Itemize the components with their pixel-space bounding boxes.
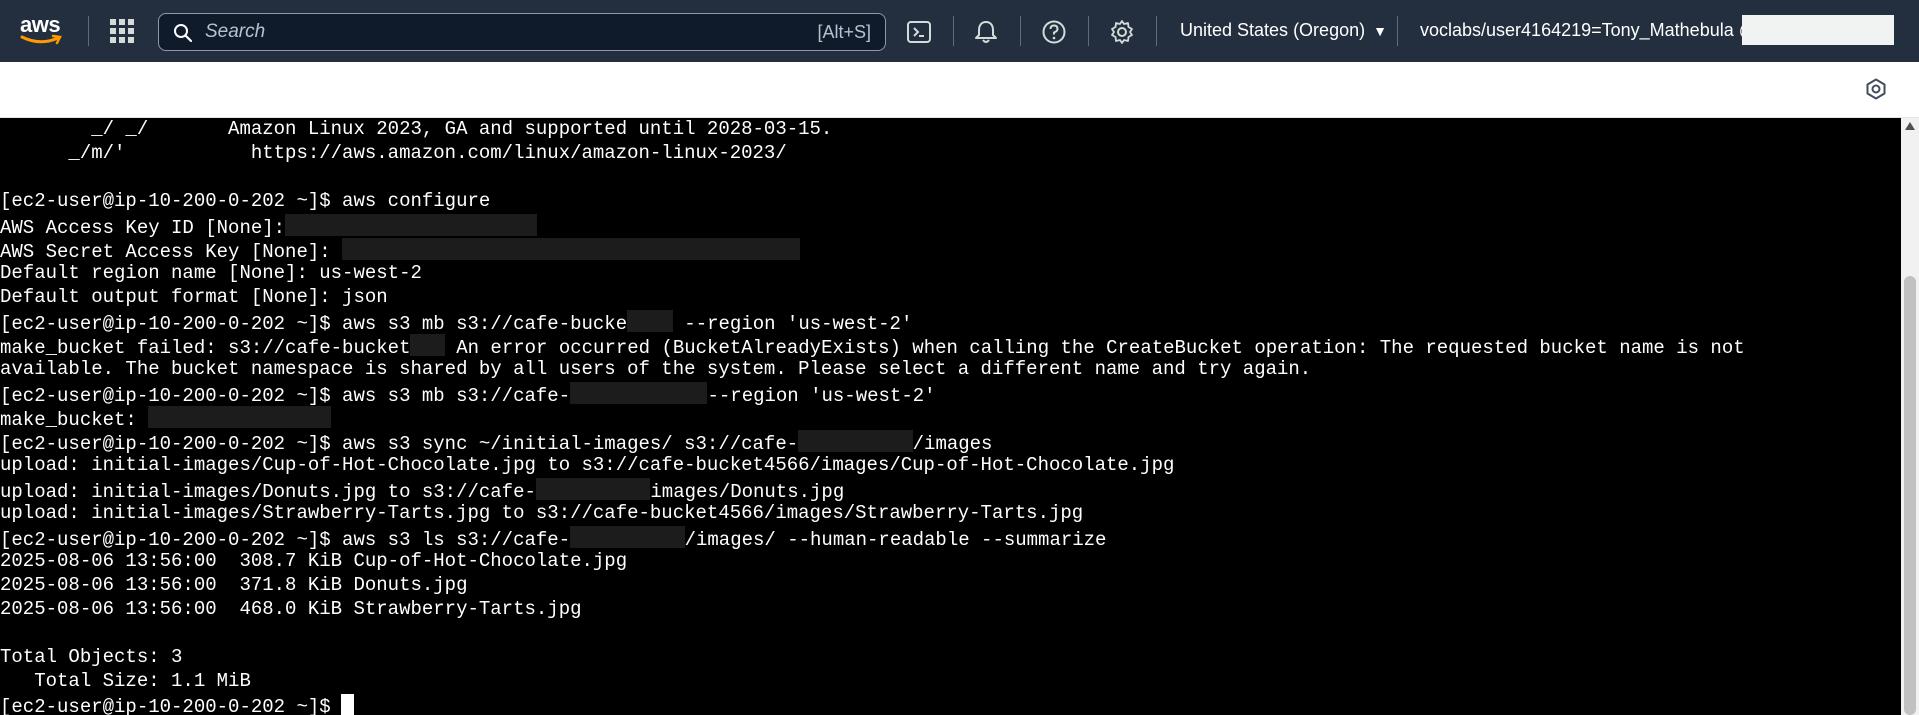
- search-input[interactable]: [205, 20, 745, 44]
- terminal-line-text: 2025-08-06 13:56:00 308.7 KiB Cup-of-Hot…: [0, 550, 628, 572]
- terminal-line: make_bucket failed: s3://cafe-bucket An …: [0, 334, 1901, 359]
- cloudshell-icon[interactable]: [906, 19, 932, 45]
- terminal-line-text: [ec2-user@ip-10-200-0-202 ~]$ aws config…: [0, 190, 491, 212]
- redacted-value: [410, 334, 445, 356]
- terminal-line: Default region name [None]: us-west-2: [0, 262, 1901, 286]
- divider: [88, 16, 89, 46]
- divider: [953, 16, 954, 46]
- terminal-line-text: _/m/' https://aws.amazon.com/linux/amazo…: [0, 142, 787, 164]
- account-menu[interactable]: voclabs/user4164219=Tony_Mathebula @: [1420, 20, 1757, 41]
- terminal-line: available. The bucket namespace is share…: [0, 358, 1901, 382]
- terminal-line-text: [ec2-user@ip-10-200-0-202 ~]$ aws s3 mb …: [0, 313, 628, 335]
- terminal-line-text: [ec2-user@ip-10-200-0-202 ~]$ aws s3 ls …: [0, 529, 571, 551]
- redacted-value: [798, 430, 913, 452]
- search-box[interactable]: [Alt+S]: [158, 13, 886, 51]
- terminal-line-text: Total Objects: 3: [0, 646, 183, 668]
- settings-hexagon-icon[interactable]: [1865, 78, 1887, 100]
- redacted-value: [285, 214, 537, 236]
- redacted-value: [535, 478, 651, 500]
- terminal-line-text: 2025-08-06 13:56:00 468.0 KiB Strawberry…: [0, 598, 582, 620]
- terminal-line-text: upload: initial-images/Cup-of-Hot-Chocol…: [0, 454, 1175, 476]
- terminal-line-text-suffix: /images/ --human-readable --summarize: [684, 529, 1107, 551]
- region-selector[interactable]: United States (Oregon) ▼: [1180, 20, 1387, 41]
- terminal-line: [ec2-user@ip-10-200-0-202 ~]$ aws s3 ls …: [0, 526, 1901, 551]
- terminal-line: Total Objects: 3: [0, 646, 1901, 670]
- divider: [1088, 16, 1089, 46]
- terminal-line-text-suffix: --region 'us-west-2': [672, 313, 913, 335]
- terminal-line: [ec2-user@ip-10-200-0-202 ~]$: [0, 694, 1901, 715]
- terminal-line: 2025-08-06 13:56:00 468.0 KiB Strawberry…: [0, 598, 1901, 622]
- terminal-line: [ec2-user@ip-10-200-0-202 ~]$ aws s3 syn…: [0, 430, 1901, 455]
- aws-logo[interactable]: aws: [20, 14, 70, 48]
- top-navigation-bar: aws [Alt+S] United State: [0, 0, 1919, 62]
- aws-smile-icon: [20, 34, 62, 45]
- region-label: United States (Oregon): [1180, 20, 1366, 40]
- terminal-line-text: 2025-08-06 13:56:00 371.8 KiB Donuts.jpg: [0, 574, 468, 596]
- scroll-up-arrow-icon[interactable]: [1905, 122, 1915, 130]
- caret-down-icon: ▼: [1373, 23, 1387, 39]
- terminal-line-text-suffix: images/Donuts.jpg: [650, 481, 845, 503]
- terminal-line: Total Size: 1.1 MiB: [0, 670, 1901, 694]
- terminal-line-text: [ec2-user@ip-10-200-0-202 ~]$ aws s3 mb …: [0, 385, 571, 407]
- terminal-cursor: [340, 694, 354, 715]
- terminal-output[interactable]: _/ _/ Amazon Linux 2023, GA and supporte…: [0, 118, 1901, 715]
- terminal-line-text-suffix: An error occurred (BucketAlreadyExists) …: [444, 337, 1745, 359]
- terminal-line-text: upload: initial-images/Strawberry-Tarts.…: [0, 502, 1084, 524]
- terminal-line-text: AWS Secret Access Key [None]:: [0, 241, 343, 263]
- terminal-line-text: available. The bucket namespace is share…: [0, 358, 1312, 380]
- terminal-line: [ec2-user@ip-10-200-0-202 ~]$ aws s3 mb …: [0, 310, 1901, 335]
- terminal-line-text: make_bucket:: [0, 409, 149, 431]
- divider: [1397, 16, 1398, 46]
- redacted-value: [627, 310, 673, 332]
- terminal-line-text: AWS Access Key ID [None]:: [0, 217, 286, 239]
- terminal-line-text-suffix: /images: [912, 433, 993, 455]
- terminal-line: 2025-08-06 13:56:00 308.7 KiB Cup-of-Hot…: [0, 550, 1901, 574]
- terminal-line: _/ _/ Amazon Linux 2023, GA and supporte…: [0, 118, 1901, 142]
- cloudshell-toolbar: [0, 62, 1919, 118]
- terminal-line: upload: initial-images/Donuts.jpg to s3:…: [0, 478, 1901, 503]
- search-icon: [174, 24, 193, 43]
- terminal-line: AWS Access Key ID [None]:: [0, 214, 1901, 239]
- terminal-line-text: [ec2-user@ip-10-200-0-202 ~]$: [0, 696, 331, 715]
- terminal-line-text: Default output format [None]: json: [0, 286, 388, 308]
- redacted-account-id: [1742, 15, 1894, 45]
- divider: [1020, 16, 1021, 46]
- apps-grid-icon[interactable]: [110, 19, 134, 43]
- redacted-value: [570, 526, 685, 548]
- redacted-value: [342, 238, 801, 260]
- terminal-line: upload: initial-images/Strawberry-Tarts.…: [0, 502, 1901, 526]
- divider: [1156, 16, 1157, 46]
- terminal-line-text-suffix: --region 'us-west-2': [707, 385, 936, 407]
- terminal-line-text: [ec2-user@ip-10-200-0-202 ~]$ aws s3 syn…: [0, 433, 799, 455]
- terminal-line-text: Default region name [None]: us-west-2: [0, 262, 422, 284]
- terminal-line: [ec2-user@ip-10-200-0-202 ~]$ aws config…: [0, 190, 1901, 214]
- terminal-line: _/m/' https://aws.amazon.com/linux/amazo…: [0, 142, 1901, 166]
- scrollbar-thumb[interactable]: [1904, 276, 1916, 715]
- bell-icon[interactable]: [973, 19, 999, 45]
- terminal-line: upload: initial-images/Cup-of-Hot-Chocol…: [0, 454, 1901, 478]
- search-shortcut-hint: [Alt+S]: [817, 22, 871, 42]
- terminal-line: [ec2-user@ip-10-200-0-202 ~]$ aws s3 mb …: [0, 382, 1901, 407]
- terminal-line: AWS Secret Access Key [None]:: [0, 238, 1901, 263]
- aws-logo-text: aws: [20, 12, 61, 37]
- terminal-scrollbar[interactable]: [1901, 118, 1919, 715]
- gear-icon[interactable]: [1109, 19, 1135, 45]
- terminal-line: make_bucket:: [0, 406, 1901, 431]
- redacted-value: [570, 382, 708, 404]
- terminal-line-text: make_bucket failed: s3://cafe-bucket: [0, 337, 411, 359]
- terminal-line: Default output format [None]: json: [0, 286, 1901, 310]
- redacted-value: [148, 406, 332, 428]
- terminal-line-text: upload: initial-images/Donuts.jpg to s3:…: [0, 481, 536, 503]
- terminal-line-text: Total Size: 1.1 MiB: [0, 670, 251, 692]
- terminal-line-text: _/ _/ Amazon Linux 2023, GA and supporte…: [0, 118, 833, 140]
- help-icon[interactable]: [1041, 19, 1067, 45]
- terminal-line: 2025-08-06 13:56:00 371.8 KiB Donuts.jpg: [0, 574, 1901, 598]
